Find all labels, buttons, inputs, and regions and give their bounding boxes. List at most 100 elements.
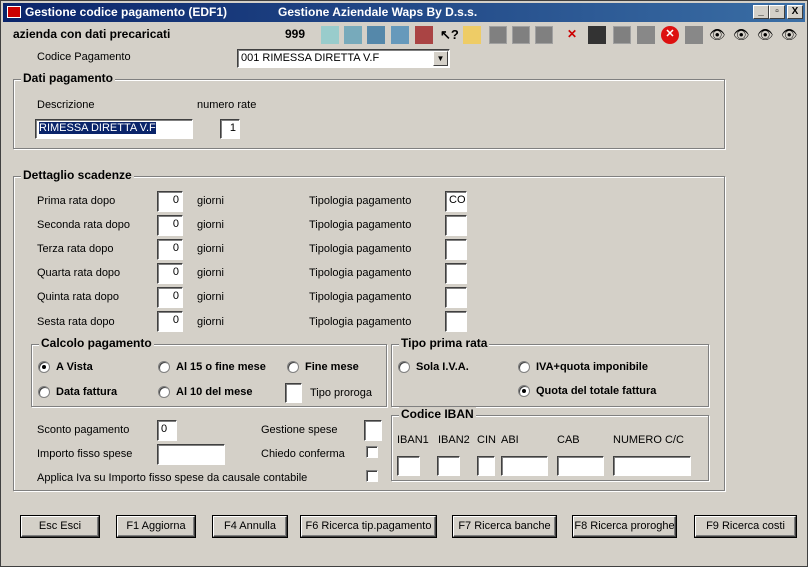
tipologia-label: Tipologia pagamento — [309, 243, 412, 255]
descrizione-label: Descrizione — [37, 99, 95, 111]
esc-button[interactable]: Esc Esci — [21, 516, 99, 537]
iban1-label: IBAN1 — [397, 434, 429, 446]
radio-a-vista[interactable] — [38, 361, 50, 373]
abi-field[interactable] — [501, 456, 548, 476]
tipologia-field[interactable] — [445, 311, 467, 332]
tipologia-field[interactable] — [445, 263, 467, 284]
rata-days-field[interactable]: 0 — [157, 239, 183, 260]
tipologia-label: Tipologia pagamento — [309, 316, 412, 328]
disabled-tool-icon — [613, 26, 631, 44]
binoculars-icon[interactable]: 👁 — [780, 26, 798, 44]
dati-pagamento-title: Dati pagamento — [21, 71, 116, 85]
report-icon[interactable] — [391, 26, 409, 44]
binoculars-icon[interactable]: 👁 — [732, 26, 750, 44]
radio-fine-mese[interactable] — [287, 361, 299, 373]
radio-data-fattura[interactable] — [38, 386, 50, 398]
title-bar: Gestione codice pagamento (EDF1) Gestion… — [3, 3, 805, 22]
disabled-tool-icon — [512, 26, 530, 44]
radio-sola-iva-label[interactable]: Sola I.V.A. — [416, 361, 469, 373]
iban1-field[interactable] — [397, 456, 420, 476]
iban2-field[interactable] — [437, 456, 460, 476]
calculator-icon[interactable] — [321, 26, 339, 44]
company-code: 999 — [285, 27, 306, 41]
radio-al-15[interactable] — [158, 361, 170, 373]
help-icon[interactable]: ↖? — [439, 26, 459, 44]
close-button[interactable]: X — [787, 5, 803, 19]
f8-ricerca-proroghe-button[interactable]: F8 Ricerca proroghe — [573, 516, 676, 537]
gestione-spese-field[interactable] — [364, 420, 382, 441]
cab-label: CAB — [557, 434, 580, 446]
numero-cc-label: NUMERO C/C — [613, 434, 684, 446]
f1-aggiorna-button[interactable]: F1 Aggiorna — [117, 516, 195, 537]
rata-label: Quinta rata dopo — [37, 291, 119, 303]
save-icon[interactable] — [588, 26, 606, 44]
f4-annulla-button[interactable]: F4 Annulla — [213, 516, 287, 537]
giorni-label: giorni — [197, 219, 224, 231]
abi-label: ABI — [501, 434, 519, 446]
tipo-prima-rata-title: Tipo prima rata — [399, 336, 490, 350]
f7-ricerca-banche-button[interactable]: F7 Ricerca banche — [453, 516, 556, 537]
rata-label: Terza rata dopo — [37, 243, 114, 255]
list-icon[interactable] — [637, 26, 655, 44]
restore-button[interactable]: ▫ — [769, 5, 785, 19]
radio-quota-totale-label[interactable]: Quota del totale fattura — [536, 385, 656, 397]
tipo-proroga-field[interactable] — [285, 383, 302, 403]
rata-days-field[interactable]: 0 — [157, 287, 183, 308]
radio-iva-quota[interactable] — [518, 361, 530, 373]
rata-days-field[interactable]: 0 — [157, 263, 183, 284]
tipologia-field[interactable] — [445, 239, 467, 260]
descrizione-field[interactable]: RIMESSA DIRETTA V.F — [35, 119, 193, 139]
delete-document-icon[interactable]: ✕ — [563, 26, 581, 44]
toolbar: azienda con dati precaricati 999 ↖? ✕ ✕ … — [1, 23, 808, 45]
window-title: Gestione codice pagamento (EDF1) — [25, 5, 228, 19]
f9-ricerca-costi-button[interactable]: F9 Ricerca costi — [695, 516, 796, 537]
numero-rate-field[interactable]: 1 — [220, 119, 240, 139]
minimize-button[interactable]: _ — [753, 5, 769, 19]
book-icon[interactable] — [415, 26, 433, 44]
tipologia-field[interactable] — [445, 215, 467, 236]
codice-select[interactable]: 001 RIMESSA DIRETTA V.F ▼ — [237, 49, 450, 68]
radio-al-15-label[interactable]: Al 15 o fine mese — [176, 361, 266, 373]
tipologia-field[interactable]: CO — [445, 191, 467, 212]
chiedo-conferma-checkbox[interactable] — [366, 446, 378, 458]
tools-icon[interactable] — [367, 26, 385, 44]
numero-cc-field[interactable] — [613, 456, 691, 476]
eraser-icon[interactable] — [344, 26, 362, 44]
cin-field[interactable] — [477, 456, 495, 476]
radio-a-vista-label[interactable]: A Vista — [56, 361, 93, 373]
tipo-proroga-label: Tipo proroga — [310, 387, 372, 399]
f6-ricerca-tipo-button[interactable]: F6 Ricerca tip.pagamento — [301, 516, 436, 537]
giorni-label: giorni — [197, 195, 224, 207]
calcolo-pagamento-title: Calcolo pagamento — [39, 336, 154, 350]
disabled-tool-icon — [489, 26, 507, 44]
radio-sola-iva[interactable] — [398, 361, 410, 373]
rata-label: Sesta rata dopo — [37, 316, 115, 328]
binoculars-icon[interactable]: 👁 — [708, 26, 726, 44]
radio-iva-quota-label[interactable]: IVA+quota imponibile — [536, 361, 648, 373]
chevron-down-icon[interactable]: ▼ — [433, 51, 448, 66]
applica-iva-checkbox[interactable] — [366, 470, 378, 482]
importo-field[interactable] — [157, 444, 225, 465]
tipologia-field[interactable] — [445, 287, 467, 308]
radio-data-fattura-label[interactable]: Data fattura — [56, 386, 117, 398]
radio-fine-mese-label[interactable]: Fine mese — [305, 361, 359, 373]
rata-label: Seconda rata dopo — [37, 219, 130, 231]
descrizione-value: RIMESSA DIRETTA V.F — [39, 122, 156, 134]
dettaglio-scadenze-title: Dettaglio scadenze — [21, 168, 134, 182]
applica-iva-label: Applica Iva su Importo fisso spese da ca… — [37, 472, 308, 484]
sconto-label: Sconto pagamento — [37, 424, 130, 436]
rata-days-field[interactable]: 0 — [157, 311, 183, 332]
rata-days-field[interactable]: 0 — [157, 191, 183, 212]
cab-field[interactable] — [557, 456, 604, 476]
binoculars-icon[interactable]: 👁 — [756, 26, 774, 44]
radio-al-10-label[interactable]: Al 10 del mese — [176, 386, 252, 398]
giorni-label: giorni — [197, 267, 224, 279]
folder-icon[interactable] — [463, 26, 481, 44]
sconto-field[interactable]: 0 — [157, 420, 177, 441]
list2-icon[interactable] — [685, 26, 703, 44]
radio-al-10[interactable] — [158, 386, 170, 398]
close-icon[interactable]: ✕ — [661, 26, 679, 44]
rata-days-field[interactable]: 0 — [157, 215, 183, 236]
cin-label: CIN — [477, 434, 496, 446]
radio-quota-totale[interactable] — [518, 385, 530, 397]
